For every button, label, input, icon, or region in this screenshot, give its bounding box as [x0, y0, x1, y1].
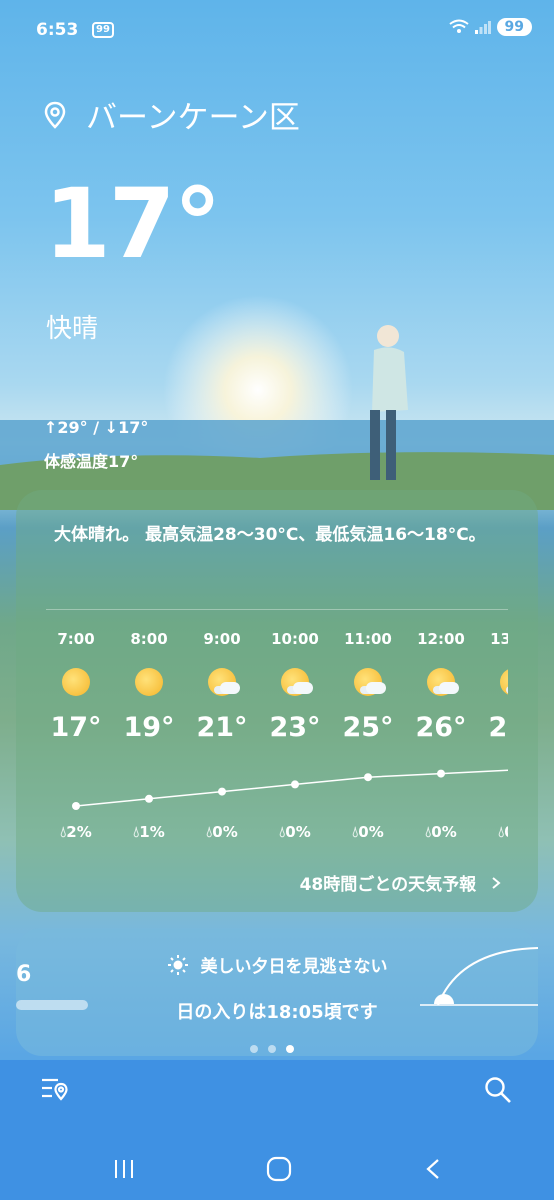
hour-temp: 23°: [269, 712, 321, 743]
raindrop-icon: 💧︎: [206, 823, 213, 841]
location-list-icon[interactable]: [40, 1076, 70, 1104]
bottom-toolbar: [0, 1060, 554, 1120]
hour-precip: 💧︎0%: [478, 823, 508, 841]
temp-point: [72, 802, 80, 810]
hour-precip-value: 0%: [212, 823, 238, 841]
temperature-trend-line: [72, 769, 508, 810]
hour-label: 8:00: [130, 630, 168, 648]
raindrop-icon: 💧︎: [60, 823, 67, 841]
temp-point: [364, 773, 372, 782]
sun-cloud-icon: [204, 666, 240, 698]
hour-precip-value: 0%: [431, 823, 457, 841]
search-icon[interactable]: [484, 1076, 512, 1104]
hourly-item: 11:00 25° 💧︎0%: [332, 630, 404, 841]
current-condition: 快晴: [46, 314, 99, 344]
hour-label: 9:00: [203, 630, 241, 648]
sun-icon: [167, 955, 188, 975]
hour-label: 10:00: [271, 630, 319, 648]
chevron-right-icon: [492, 877, 501, 889]
hour-temp: 25°: [342, 712, 394, 743]
hour-precip-value: 0%: [504, 823, 508, 841]
sun-cloud-icon: [496, 666, 508, 698]
card-divider: [46, 609, 508, 610]
page-dot[interactable]: [268, 1045, 276, 1053]
raindrop-icon: 💧︎: [279, 823, 286, 841]
sun-cloud-icon: [423, 666, 459, 698]
high-low-temps: ↑29° / ↓17°: [44, 418, 149, 437]
sunset-title-text: 美しい夕日を見逃さない: [200, 957, 388, 977]
location-name: バーンケーン区: [86, 100, 300, 136]
hour-precip-value: 2%: [66, 823, 92, 841]
hour-precip: 💧︎0%: [259, 823, 331, 841]
raindrop-icon: 💧︎: [425, 823, 432, 841]
hour-label: 13:00: [490, 630, 508, 648]
status-right: 99: [448, 18, 532, 36]
signal-icon: [474, 21, 491, 34]
48h-forecast-link[interactable]: 48時間ごとの天気予報: [300, 870, 502, 895]
page-dot[interactable]: [286, 1045, 294, 1053]
location-header[interactable]: バーンケーン区: [44, 92, 300, 137]
location-pin-icon: [44, 101, 66, 129]
weather-summary: 大体晴れ。 最高気温28～30°C、最低気温16～18°C。: [54, 525, 486, 545]
hour-label: 7:00: [57, 630, 95, 648]
temp-point: [145, 794, 153, 803]
sunset-arc: [420, 947, 538, 1006]
hourly-item: 9:00 21° 💧︎0%: [186, 630, 258, 841]
hourly-item: 12:00 26° 💧︎0%: [405, 630, 477, 841]
hour-precip-value: 0%: [358, 823, 384, 841]
hourly-item: 7:00 17° 💧︎2%: [44, 630, 112, 841]
wifi-icon: [448, 19, 469, 33]
back-icon[interactable]: [424, 1158, 442, 1180]
hour-temp: 19°: [123, 712, 175, 743]
hour-precip: 💧︎0%: [186, 823, 258, 841]
hour-temp: 26°: [415, 712, 467, 743]
page-dot[interactable]: [250, 1045, 258, 1053]
status-bar: 6:53 99 99: [36, 16, 532, 44]
sun-cloud-icon: [277, 666, 313, 698]
current-temperature: 17°: [44, 168, 222, 280]
hour-precip: 💧︎2%: [44, 823, 112, 841]
raindrop-icon: 💧︎: [498, 823, 505, 841]
setting-sun-icon: [434, 994, 454, 1004]
hour-label: 11:00: [344, 630, 392, 648]
raindrop-icon: 💧︎: [352, 823, 359, 841]
hour-precip: 💧︎1%: [113, 823, 185, 841]
hourly-item: 8:00 19° 💧︎1%: [113, 630, 185, 841]
hour-label: 12:00: [417, 630, 465, 648]
hour-precip-value: 0%: [285, 823, 311, 841]
hour-precip: 💧︎0%: [332, 823, 404, 841]
home-icon[interactable]: [266, 1156, 292, 1182]
page-indicator: [250, 1045, 294, 1053]
status-time: 6:53: [36, 20, 79, 40]
hour-temp: 27°: [488, 712, 508, 743]
sun-cloud-icon: [350, 666, 386, 698]
hourly-strip[interactable]: 7:00 17° 💧︎2% 8:00 19° 💧︎1% 9:00 21° 💧︎0% 10:00 23…: [44, 630, 508, 850]
notification-badge: 99: [92, 22, 114, 38]
recent-apps-icon[interactable]: [112, 1158, 136, 1180]
raindrop-icon: 💧︎: [133, 823, 140, 841]
hourly-item: 10:00 23° 💧︎0%: [259, 630, 331, 841]
hour-precip: 💧︎0%: [405, 823, 477, 841]
hour-temp: 21°: [196, 712, 248, 743]
temp-point: [218, 787, 226, 796]
hour-precip-value: 1%: [139, 823, 165, 841]
sun-icon: [131, 666, 167, 698]
48h-forecast-label: 48時間ごとの天気予報: [299, 875, 477, 895]
feels-like: 体感温度17°: [44, 452, 139, 471]
system-nav-bar: [0, 1120, 554, 1200]
temp-point: [291, 780, 299, 789]
hourly-item: 13:00 27° 💧︎0%: [478, 630, 508, 841]
battery-indicator: 99: [496, 18, 532, 36]
temp-point: [437, 769, 445, 778]
hour-temp: 17°: [50, 712, 102, 743]
sun-icon: [58, 666, 94, 698]
